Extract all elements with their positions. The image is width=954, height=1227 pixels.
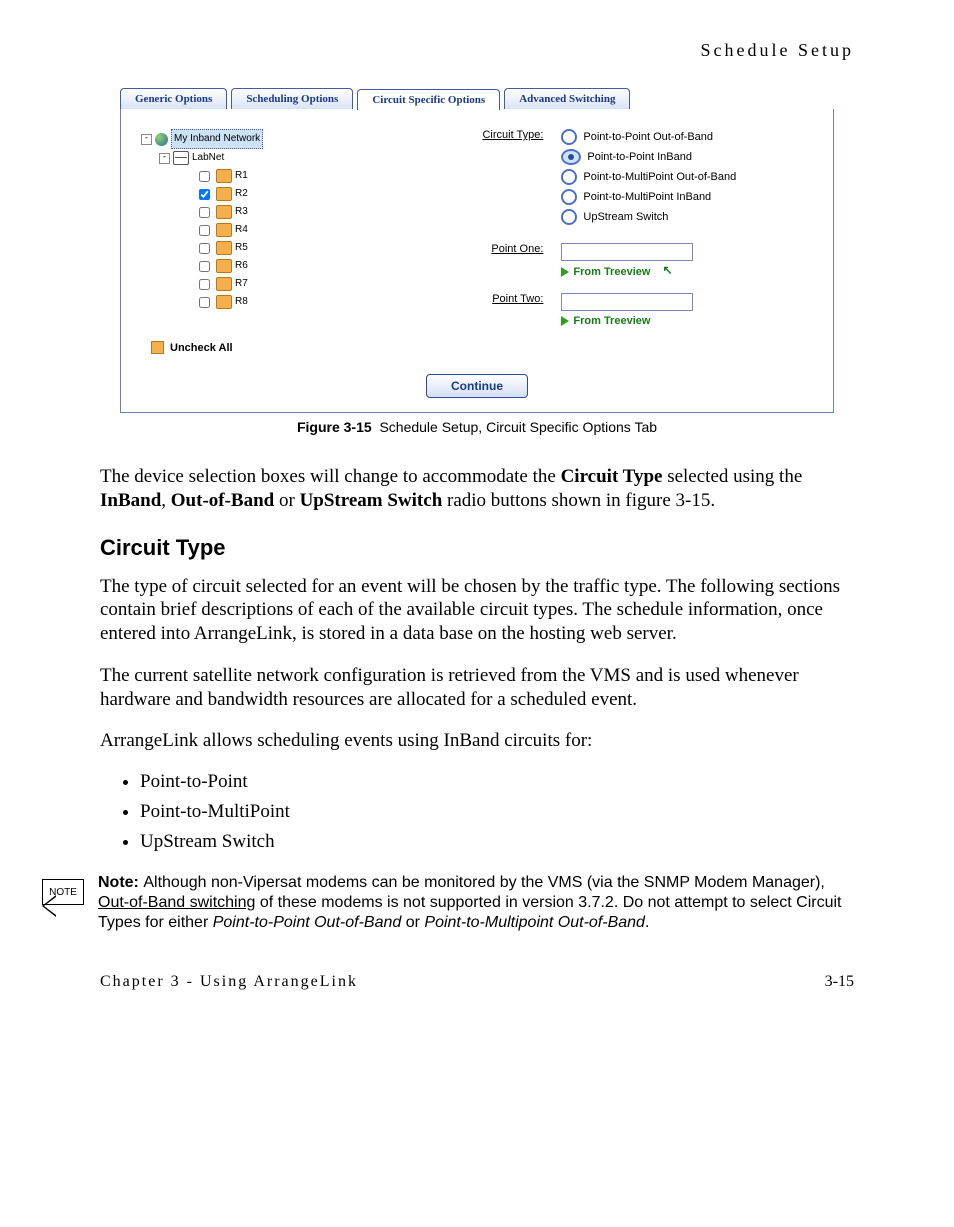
schedule-setup-screenshot: Generic Options Scheduling Options Circu… (100, 85, 854, 413)
radio-icon[interactable] (561, 189, 577, 205)
tree-expander-icon[interactable]: - (159, 153, 170, 164)
device-icon (216, 169, 232, 183)
tree-leaf-label: R5 (235, 239, 248, 257)
radio-label: Point-to-Point Out-of-Band (583, 131, 713, 143)
device-icon (216, 241, 232, 255)
note-icon: NOTE (40, 879, 84, 917)
circuit-type-radios: Point-to-Point Out-of-Band Point-to-Point… (561, 129, 736, 225)
device-icon (216, 295, 232, 309)
radio-label: Point-to-Point InBand (587, 151, 692, 163)
radio-label: UpStream Switch (583, 211, 668, 223)
section-heading-circuit-type: Circuit Type (100, 535, 854, 561)
circuit-type-radio[interactable]: Point-to-MultiPoint Out-of-Band (561, 169, 736, 185)
list-item: UpStream Switch (140, 831, 854, 853)
device-tree[interactable]: - My Inband Network - LabNet R1R2R3R4R5R… (141, 129, 443, 311)
paragraph: ArrangeLink allows scheduling events usi… (100, 729, 854, 753)
device-icon (216, 205, 232, 219)
tree-leaf-checkbox[interactable] (199, 171, 210, 182)
point-two-from-treeview-link[interactable]: From Treeview (561, 315, 693, 327)
radio-icon[interactable] (561, 149, 581, 165)
tree-leaf[interactable]: R2 (141, 185, 443, 203)
uncheck-all-icon (151, 341, 164, 354)
uncheck-all-label: Uncheck All (170, 342, 233, 354)
circuit-type-radio[interactable]: Point-to-MultiPoint InBand (561, 189, 736, 205)
radio-icon[interactable] (561, 129, 577, 145)
tree-leaf-label: R2 (235, 185, 248, 203)
tree-leaf-label: R7 (235, 275, 248, 293)
circuit-type-radio[interactable]: Point-to-Point InBand (561, 149, 736, 165)
tree-leaf[interactable]: R5 (141, 239, 443, 257)
device-icon (216, 223, 232, 237)
radio-label: Point-to-MultiPoint InBand (583, 191, 711, 203)
tree-leaf[interactable]: R7 (141, 275, 443, 293)
note-block: NOTE Note: Although non-Vipersat modems … (100, 873, 854, 933)
tree-leaf-checkbox[interactable] (199, 189, 210, 200)
tab-advanced-switching[interactable]: Advanced Switching (504, 88, 630, 109)
from-treeview-label: From Treeview (573, 266, 650, 278)
radio-label: Point-to-MultiPoint Out-of-Band (583, 171, 736, 183)
tree-leaf[interactable]: R6 (141, 257, 443, 275)
from-treeview-label: From Treeview (573, 315, 650, 327)
tree-leaf[interactable]: R1 (141, 167, 443, 185)
tree-leaf-label: R1 (235, 167, 248, 185)
tab-scheduling-options[interactable]: Scheduling Options (231, 88, 353, 109)
device-icon (216, 259, 232, 273)
tab-bar: Generic Options Scheduling Options Circu… (120, 85, 834, 109)
point-one-input[interactable] (561, 243, 693, 261)
continue-button[interactable]: Continue (426, 374, 528, 398)
tree-leaf[interactable]: R8 (141, 293, 443, 311)
cursor-icon: ↖ (662, 263, 672, 277)
page-footer: Chapter 3 - Using ArrangeLink 3-15 (100, 973, 854, 991)
tree-expander-icon[interactable]: - (141, 134, 152, 145)
tree-leaf-checkbox[interactable] (199, 261, 210, 272)
circuit-type-radio[interactable]: UpStream Switch (561, 209, 736, 225)
tab-generic-options[interactable]: Generic Options (120, 88, 227, 109)
footer-chapter: Chapter 3 - Using ArrangeLink (100, 973, 358, 991)
device-icon (216, 187, 232, 201)
tree-leaf-checkbox[interactable] (199, 207, 210, 218)
tree-leaf-label: R8 (235, 293, 248, 311)
point-two-label: Point Two: (443, 293, 543, 327)
tree-leaf[interactable]: R4 (141, 221, 443, 239)
tab-circuit-specific-options[interactable]: Circuit Specific Options (357, 89, 500, 110)
tree-leaf-checkbox[interactable] (199, 279, 210, 290)
tree-leaf-checkbox[interactable] (199, 297, 210, 308)
circuit-type-label: Circuit Type: (443, 129, 543, 225)
circuit-type-radio[interactable]: Point-to-Point Out-of-Band (561, 129, 736, 145)
radio-icon[interactable] (561, 209, 577, 225)
tree-leaf-checkbox[interactable] (199, 225, 210, 236)
play-icon (561, 316, 569, 326)
tree-root-label[interactable]: My Inband Network (171, 129, 263, 149)
paragraph: The current satellite network configurat… (100, 664, 854, 712)
tree-leaf-label: R4 (235, 221, 248, 239)
tree-sub-label[interactable]: LabNet (192, 149, 224, 167)
circuit-bullet-list: Point-to-Point Point-to-MultiPoint UpStrea… (140, 771, 854, 853)
play-icon (561, 267, 569, 277)
figure-caption: Figure 3-15 Schedule Setup, Circuit Spec… (100, 419, 854, 435)
tree-leaf-label: R6 (235, 257, 248, 275)
tree-leaf[interactable]: R3 (141, 203, 443, 221)
radio-icon[interactable] (561, 169, 577, 185)
running-header: Schedule Setup (100, 40, 854, 61)
point-one-label: Point One: (443, 243, 543, 279)
paragraph: The device selection boxes will change t… (100, 465, 854, 513)
uncheck-all-button[interactable]: Uncheck All (151, 341, 443, 354)
device-icon (216, 277, 232, 291)
list-item: Point-to-Point (140, 771, 854, 793)
tree-leaf-checkbox[interactable] (199, 243, 210, 254)
list-item: Point-to-MultiPoint (140, 801, 854, 823)
tree-leaf-label: R3 (235, 203, 248, 221)
network-icon (173, 151, 189, 165)
footer-page-number: 3-15 (825, 973, 854, 991)
point-two-input[interactable] (561, 293, 693, 311)
globe-icon (155, 133, 168, 146)
paragraph: The type of circuit selected for an even… (100, 575, 854, 646)
point-one-from-treeview-link[interactable]: From Treeview ↖ (561, 265, 693, 279)
